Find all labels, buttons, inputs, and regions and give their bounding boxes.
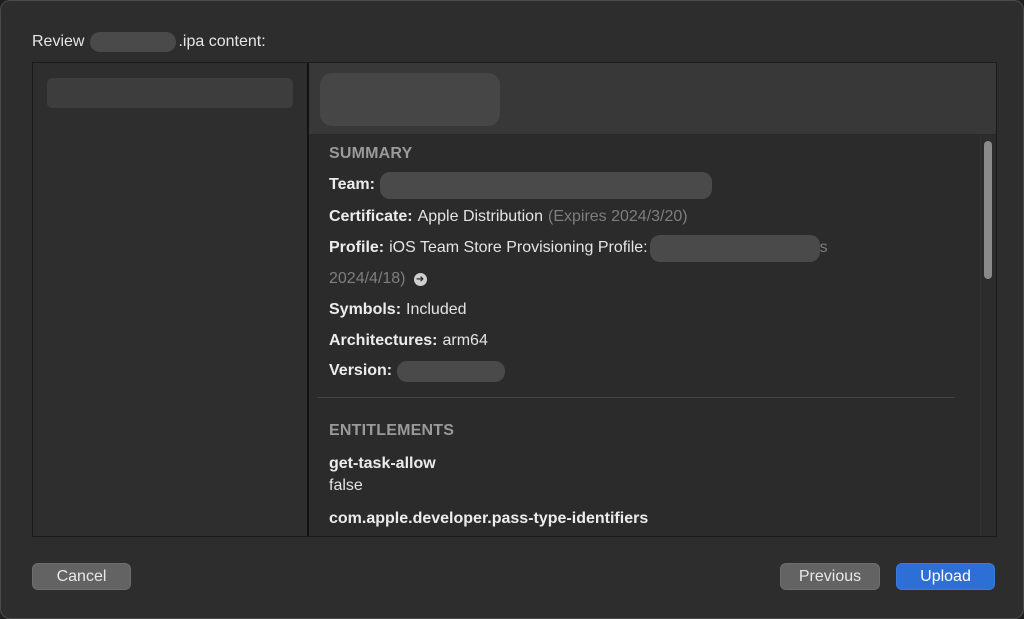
summary-heading: SUMMARY: [329, 145, 413, 162]
profile-tail: s: [819, 239, 828, 256]
profile-expiry: 2024/4/18): [329, 270, 406, 287]
symbols-row: Symbols: Included: [329, 299, 467, 321]
profile-value: iOS Team Store Provisioning Profile:: [389, 239, 648, 256]
entitlement-value: false: [329, 477, 363, 494]
vertical-scrollbar[interactable]: [980, 135, 995, 536]
architectures-label: Architectures:: [329, 332, 438, 349]
team-row: Team:: [329, 171, 712, 199]
sidebar-item-selected[interactable]: [47, 78, 293, 108]
content-panel: SUMMARY Team: Certificate: Apple Distrib…: [32, 62, 997, 537]
symbols-label: Symbols:: [329, 301, 402, 318]
profile-expiry-row: 2024/4/18) ➜: [329, 268, 427, 290]
detail-header: [309, 63, 996, 135]
certificate-label: Certificate:: [329, 208, 413, 225]
redacted-app-name: [90, 32, 177, 52]
dialog-title-suffix: .ipa content:: [178, 33, 266, 50]
certificate-value: Apple Distribution: [417, 208, 543, 225]
sidebar: [33, 63, 309, 536]
section-divider: [317, 397, 955, 398]
previous-button[interactable]: Previous: [780, 563, 880, 590]
dialog-title-prefix: Review: [32, 33, 85, 50]
dialog-title: Review .ipa content:: [32, 32, 266, 52]
symbols-value: Included: [406, 301, 467, 318]
architectures-row: Architectures: arm64: [329, 330, 488, 352]
detail-content: SUMMARY Team: Certificate: Apple Distrib…: [309, 135, 996, 536]
profile-row: Profile: iOS Team Store Provisioning Pro…: [329, 234, 828, 262]
arrow-circle-right-icon[interactable]: ➜: [413, 272, 427, 286]
profile-label: Profile:: [329, 239, 385, 256]
redacted-profile-name: [649, 234, 820, 262]
review-dialog: Review .ipa content: SUMMARY Team: Certi…: [0, 0, 1024, 619]
certificate-row: Certificate: Apple Distribution (Expires…: [329, 206, 688, 228]
version-row: Version:: [329, 360, 506, 382]
redacted-team-value: [379, 171, 712, 199]
entitlement-key: get-task-allow: [329, 455, 436, 472]
detail-pane: SUMMARY Team: Certificate: Apple Distrib…: [309, 63, 996, 536]
scrollbar-thumb[interactable]: [984, 141, 992, 279]
entitlements-heading: ENTITLEMENTS: [329, 422, 455, 439]
team-label: Team:: [329, 176, 375, 193]
cancel-button[interactable]: Cancel: [32, 563, 131, 590]
redacted-app-header: [320, 73, 500, 126]
redacted-version-value: [397, 360, 506, 382]
upload-button[interactable]: Upload: [896, 563, 995, 590]
architectures-value: arm64: [442, 332, 488, 349]
certificate-expiry: (Expires 2024/3/20): [547, 208, 688, 225]
version-label: Version:: [329, 362, 393, 379]
entitlement-key: com.apple.developer.pass-type-identifier…: [329, 510, 649, 527]
